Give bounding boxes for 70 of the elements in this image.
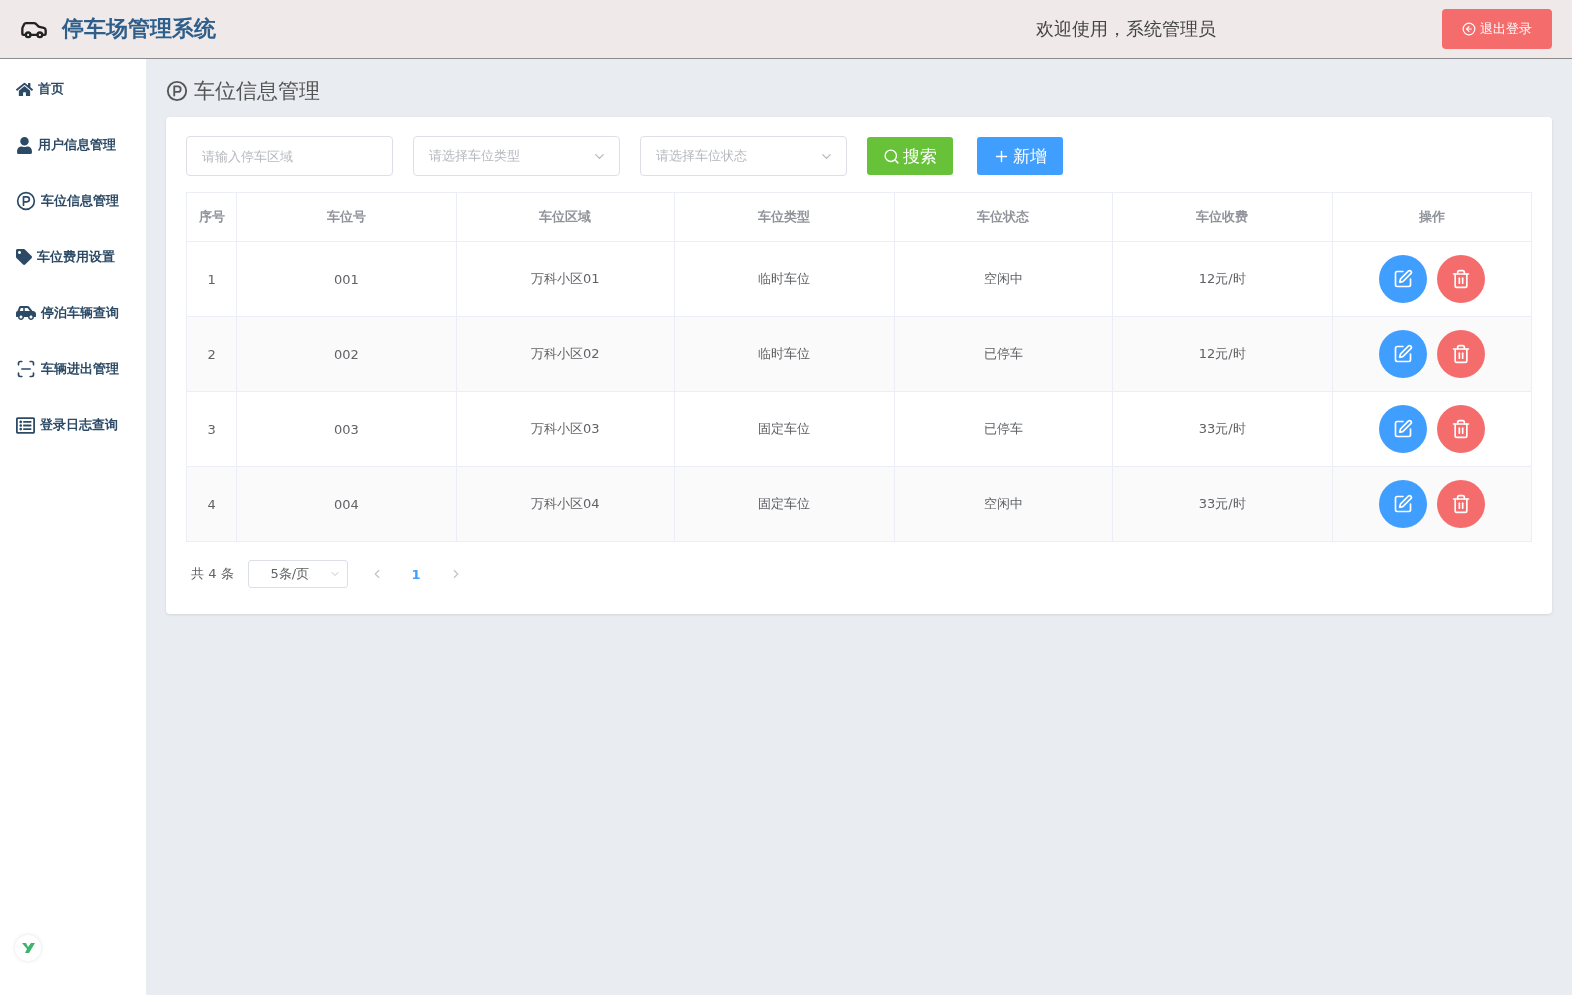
edit-button[interactable]: [1378, 330, 1427, 378]
table-cell: 已停车: [894, 391, 1113, 467]
logo-badge-icon: [15, 935, 41, 961]
table-cell: 003: [236, 391, 457, 467]
sidebar-item[interactable]: 登录日志查询: [0, 397, 146, 453]
sidebar-item[interactable]: 停泊车辆查询: [0, 285, 146, 341]
table-cell: 001: [236, 241, 457, 317]
edit-icon: [1392, 269, 1413, 289]
tag-icon: [16, 249, 32, 265]
welcome-text: 欢迎使用，系统管理员: [1036, 17, 1216, 41]
app-title: 停车场管理系统: [62, 15, 217, 43]
table-cell: 已停车: [894, 316, 1113, 392]
parking-icon: [166, 80, 188, 102]
edit-icon: [1392, 344, 1413, 364]
column-header: 序号: [186, 192, 237, 242]
table-cell: 万科小区04: [456, 466, 675, 542]
trash-icon: [1450, 419, 1471, 439]
trash-icon: [1450, 344, 1471, 364]
column-header: 车位收费: [1112, 192, 1333, 242]
column-header: 操作: [1332, 192, 1532, 242]
trash-icon: [1450, 269, 1471, 289]
table-cell: 空闲中: [894, 241, 1113, 317]
table-cell: 4: [186, 466, 237, 542]
table-cell: 万科小区02: [456, 316, 675, 392]
table-cell: 万科小区01: [456, 241, 675, 317]
table-cell: 万科小区03: [456, 391, 675, 467]
sidebar-item[interactable]: 用户信息管理: [0, 117, 146, 173]
column-header: 车位区域: [456, 192, 675, 242]
page-size-select[interactable]: 5条/页: [247, 560, 348, 588]
edit-icon: [1392, 494, 1413, 514]
delete-button[interactable]: [1436, 330, 1485, 378]
list-icon: [16, 415, 35, 435]
page-title: 车位信息管理: [194, 78, 320, 105]
total-count: 共 4 条: [191, 565, 234, 583]
sidebar-item[interactable]: 车位费用设置: [0, 229, 146, 285]
home-icon: [16, 80, 33, 98]
scan-icon: [16, 359, 36, 379]
column-header: 车位状态: [894, 192, 1113, 242]
delete-button[interactable]: [1436, 405, 1485, 453]
table-cell: 004: [236, 466, 457, 542]
table-cell: 空闲中: [894, 466, 1113, 542]
delete-button[interactable]: [1436, 480, 1485, 528]
user-icon: [16, 136, 33, 154]
table-cell: 33元/时: [1112, 466, 1333, 542]
table-cell: 3: [186, 391, 237, 467]
column-header: 车位号: [236, 192, 457, 242]
car-icon: [16, 303, 36, 323]
trash-icon: [1450, 494, 1471, 514]
table-cell: 1: [186, 241, 237, 317]
table-cell: 固定车位: [674, 391, 895, 467]
table-cell: 002: [236, 316, 457, 392]
table-cell: 固定车位: [674, 466, 895, 542]
sidebar-item[interactable]: 车位信息管理: [0, 173, 146, 229]
edit-button[interactable]: [1378, 255, 1427, 303]
delete-button[interactable]: [1436, 255, 1485, 303]
column-header: 车位类型: [674, 192, 895, 242]
sidebar-item[interactable]: 首页: [0, 61, 146, 117]
table-cell: 12元/时: [1112, 316, 1333, 392]
table-cell: 33元/时: [1112, 391, 1333, 467]
search-icon: [883, 147, 900, 165]
table-cell: 临时车位: [674, 316, 895, 392]
sidebar-item[interactable]: 车辆进出管理: [0, 341, 146, 397]
area-input-field[interactable]: 请输入停车区域: [186, 136, 393, 176]
edit-button[interactable]: [1378, 480, 1427, 528]
table-cell: 12元/时: [1112, 241, 1333, 317]
table-cell: 2: [186, 316, 237, 392]
parking-icon: [16, 191, 36, 211]
table-cell: 临时车位: [674, 241, 895, 317]
edit-button[interactable]: [1378, 405, 1427, 453]
edit-icon: [1392, 419, 1413, 439]
